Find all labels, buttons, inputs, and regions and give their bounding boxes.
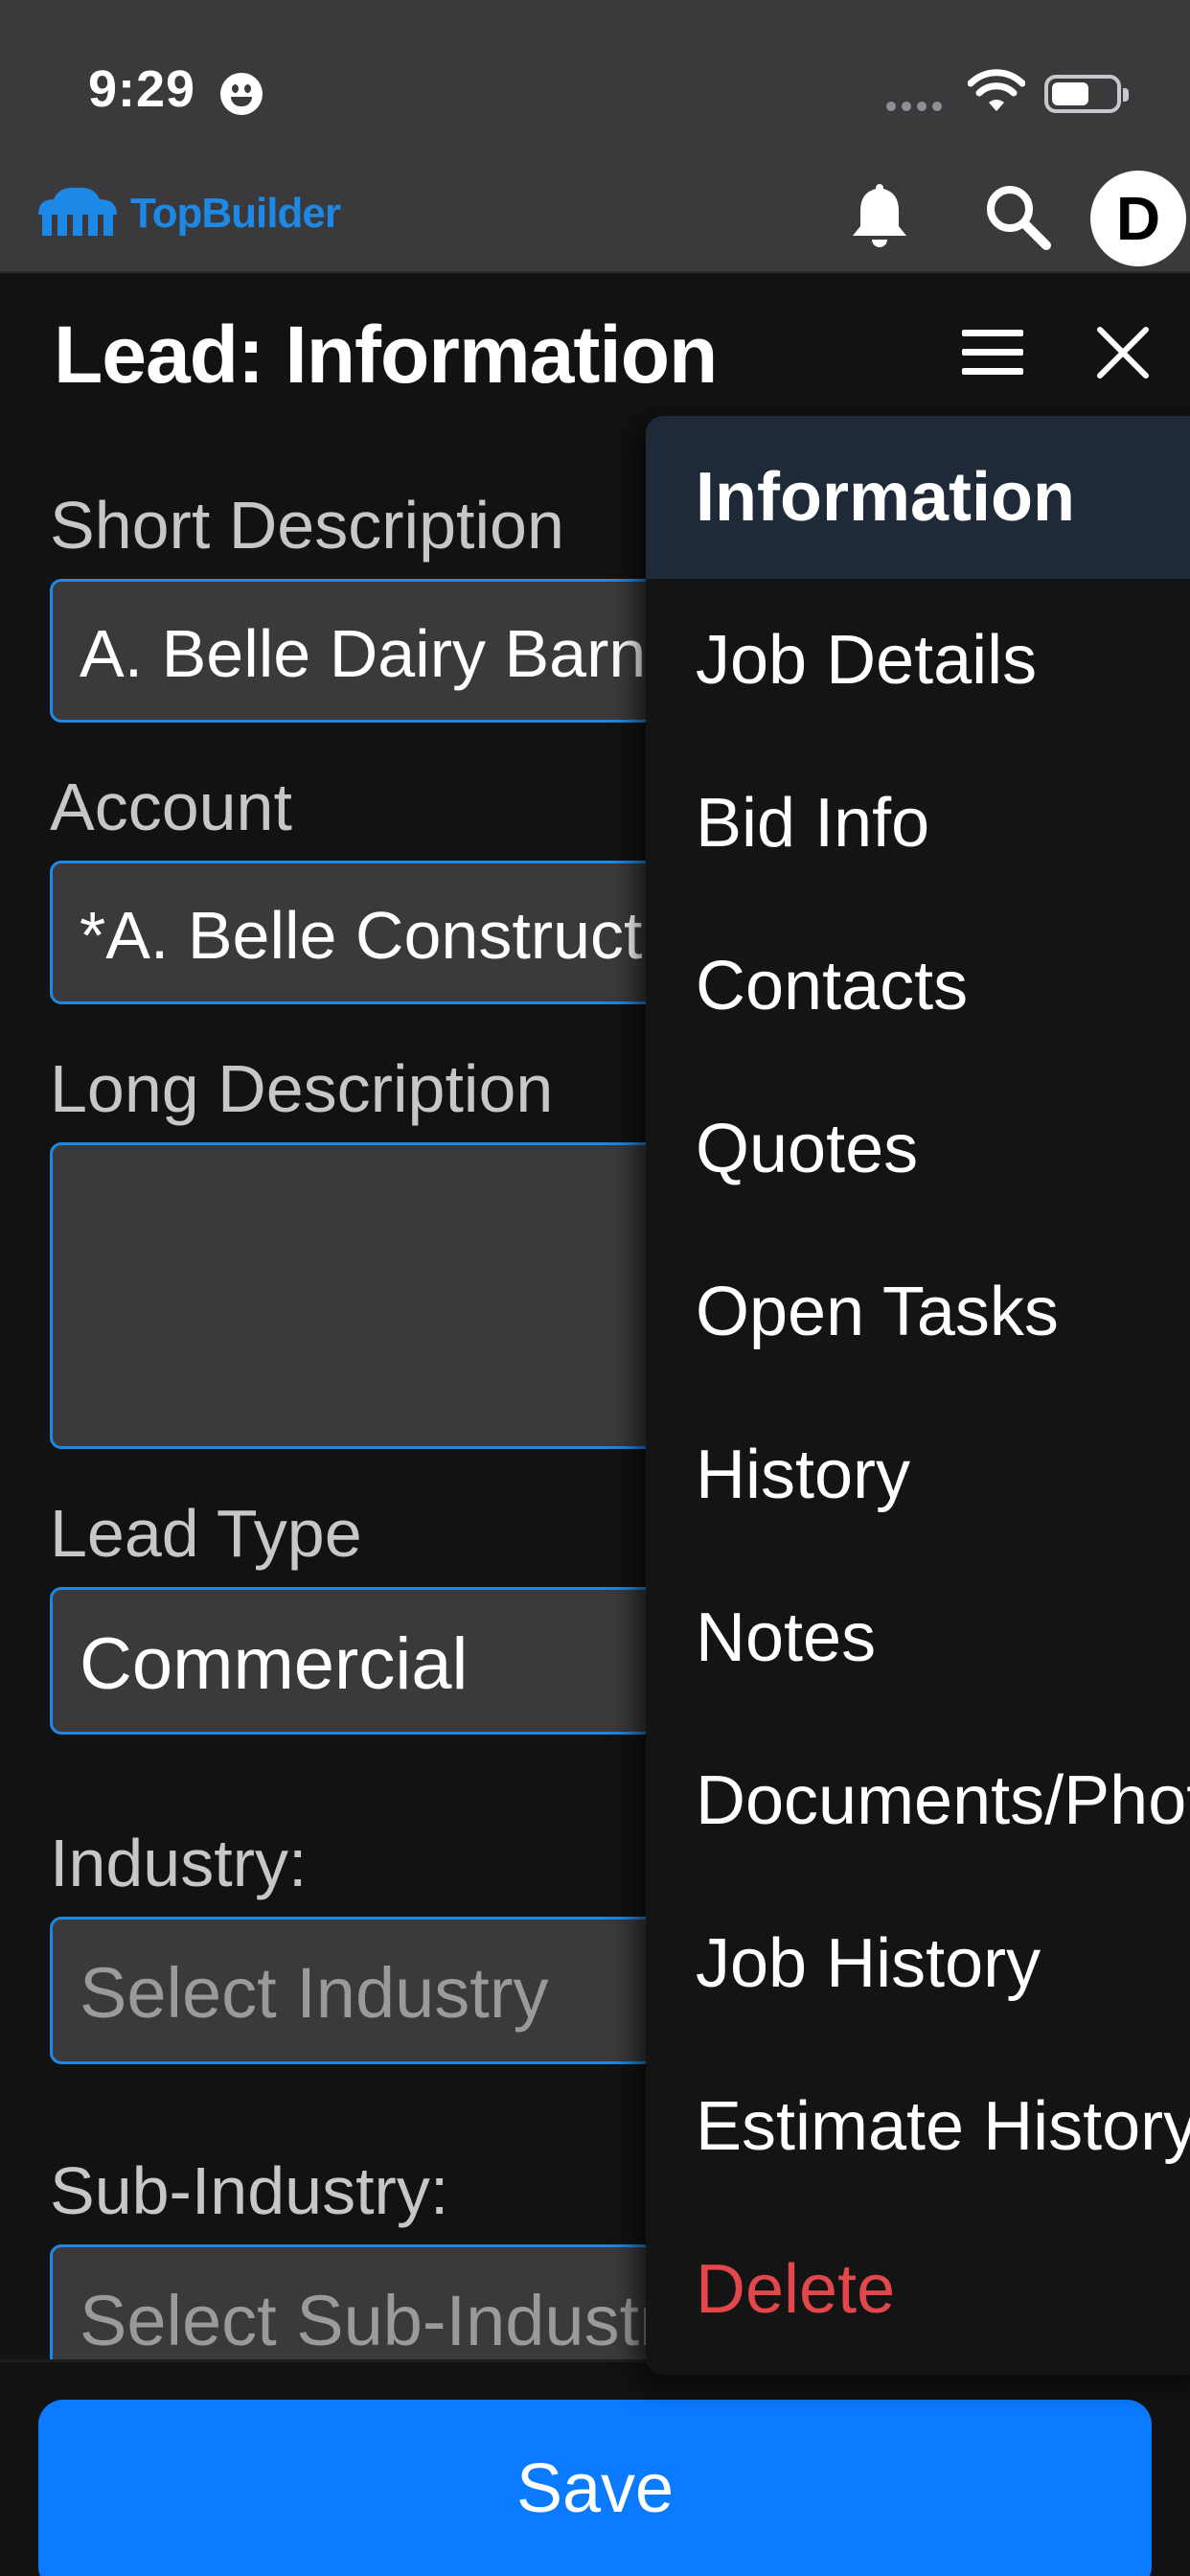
- industry-label: Industry:: [50, 1826, 308, 1900]
- section-menu: Information Job Details Bid Info Contact…: [646, 416, 1190, 2375]
- menu-item-estimate-history[interactable]: Estimate History: [646, 2045, 1190, 2208]
- hamburger-menu-icon[interactable]: [958, 326, 1027, 380]
- lead-type-value: Commercial: [80, 1623, 469, 1705]
- short-description-label: Short Description: [50, 488, 564, 563]
- menu-item-job-details[interactable]: Job Details: [646, 579, 1190, 742]
- cellular-signal-icon: [886, 102, 942, 111]
- industry-placeholder: Select Industry: [80, 1953, 549, 2033]
- sub-industry-label: Sub-Industry:: [50, 2153, 449, 2228]
- menu-item-open-tasks[interactable]: Open Tasks: [646, 1230, 1190, 1393]
- account-label: Account: [50, 770, 292, 844]
- brand-logo-text: TopBuilder: [130, 190, 341, 237]
- user-avatar[interactable]: D: [1090, 171, 1186, 266]
- save-button[interactable]: Save: [38, 2400, 1152, 2576]
- menu-item-information[interactable]: Information: [646, 416, 1190, 579]
- long-description-label: Long Description: [50, 1051, 554, 1126]
- wifi-icon: [968, 69, 1025, 111]
- menu-item-job-history[interactable]: Job History: [646, 1882, 1190, 2045]
- search-icon[interactable]: [981, 180, 1054, 253]
- menu-item-history[interactable]: History: [646, 1393, 1190, 1556]
- lead-information-screen: 9:29 TopBuilder D Lead: Information Shor…: [0, 0, 1190, 2576]
- status-time: 9:29: [88, 60, 196, 118]
- topbuilder-logo-icon: [38, 187, 117, 236]
- menu-item-documents-photos[interactable]: Documents/Photos: [646, 1719, 1190, 1882]
- smiley-icon: [220, 73, 263, 115]
- menu-item-contacts[interactable]: Contacts: [646, 905, 1190, 1068]
- account-value: *A. Belle Construction: [80, 898, 732, 973]
- battery-icon: [1044, 75, 1129, 113]
- close-icon[interactable]: [1092, 322, 1154, 383]
- menu-item-notes[interactable]: Notes: [646, 1556, 1190, 1719]
- page-title: Lead: Information: [54, 310, 718, 400]
- sub-industry-placeholder: Select Sub-Industry: [80, 2281, 698, 2360]
- lead-type-label: Lead Type: [50, 1496, 362, 1571]
- short-description-value: A. Belle Dairy Barn: [80, 616, 647, 691]
- menu-item-delete[interactable]: Delete: [646, 2208, 1190, 2371]
- menu-item-quotes[interactable]: Quotes: [646, 1068, 1190, 1230]
- notification-bell-icon[interactable]: [845, 178, 914, 251]
- menu-item-bid-info[interactable]: Bid Info: [646, 742, 1190, 905]
